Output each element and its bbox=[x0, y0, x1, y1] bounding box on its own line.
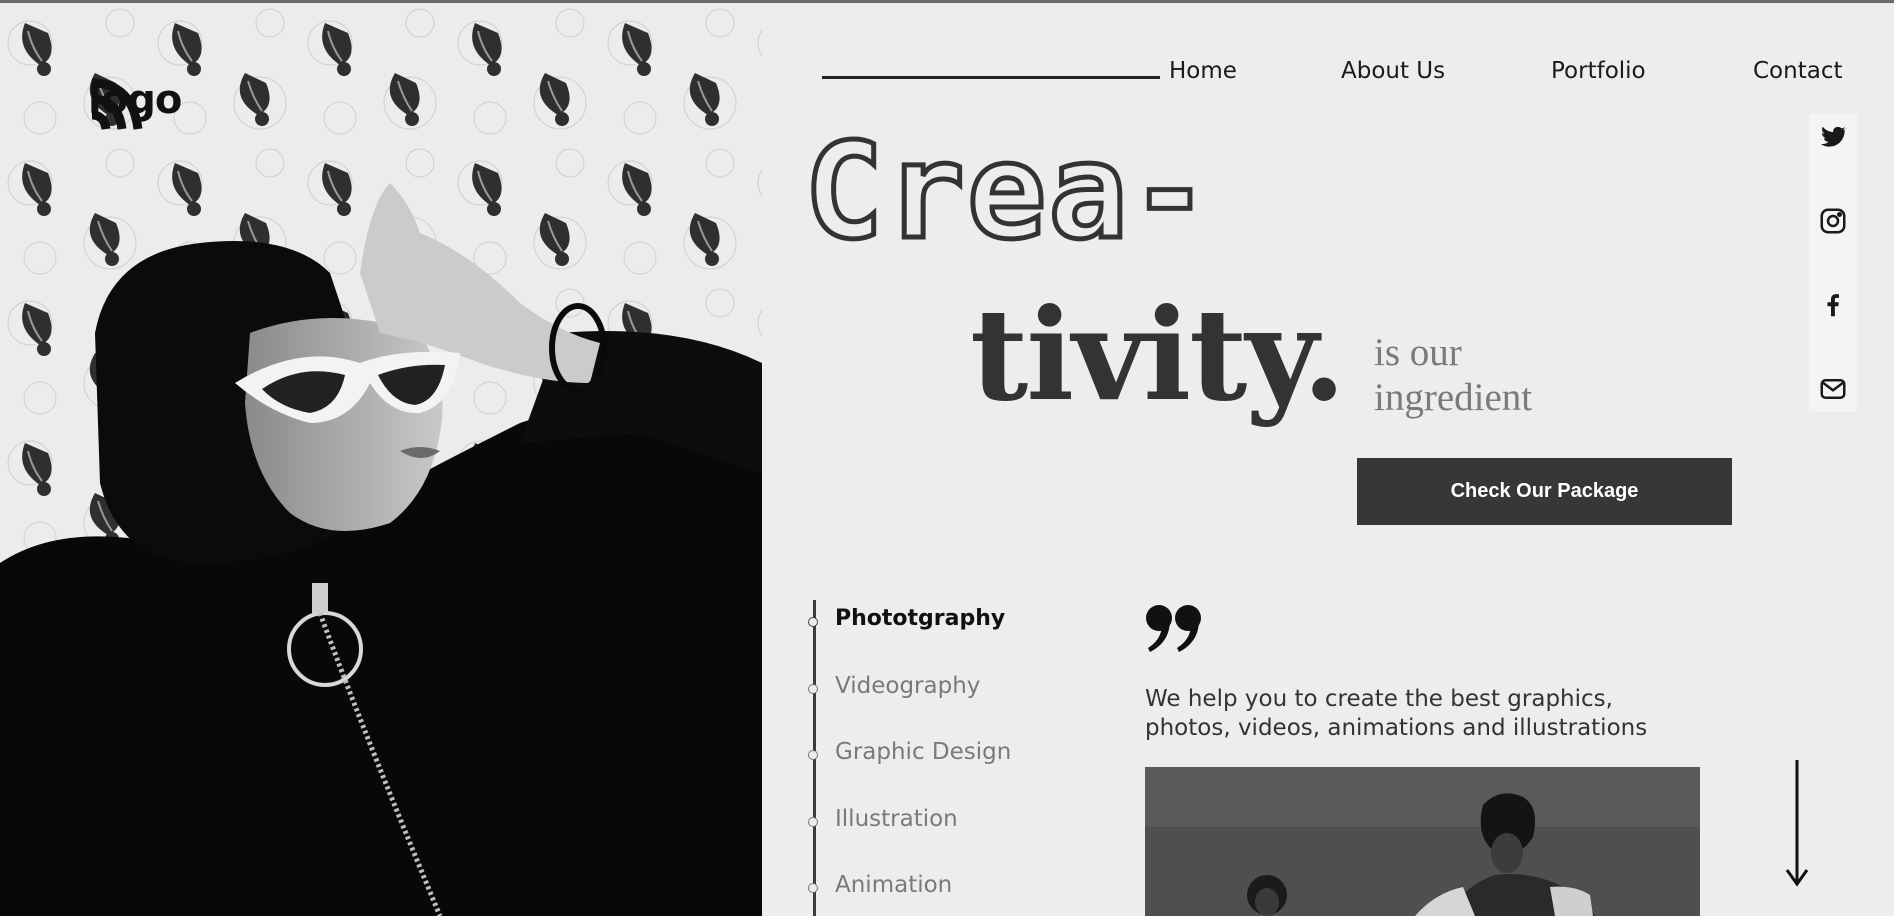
hero-photo: logo bbox=[0, 3, 762, 916]
service-item-videography[interactable]: Videography bbox=[808, 673, 1011, 740]
main-nav: Home About Us Portfolio Contact bbox=[1150, 58, 1850, 90]
service-label: Animation bbox=[835, 872, 953, 898]
check-our-package-button[interactable]: Check Our Package bbox=[1357, 458, 1732, 525]
service-label: Graphic Design bbox=[835, 739, 1012, 765]
mail-icon[interactable] bbox=[1818, 374, 1848, 404]
scroll-down-arrow-icon[interactable] bbox=[1784, 760, 1810, 888]
dancers-image bbox=[1145, 767, 1700, 916]
quote-text-line-2: photos, videos, animations and illustrat… bbox=[1145, 715, 1648, 741]
instagram-icon[interactable] bbox=[1818, 206, 1848, 236]
logo[interactable]: logo bbox=[88, 77, 182, 130]
nav-decorative-line bbox=[822, 76, 1160, 79]
timeline-dot bbox=[808, 883, 818, 893]
service-label: Phototgraphy bbox=[835, 606, 1006, 631]
quote-mark-icon bbox=[1146, 605, 1201, 652]
services-list: Phototgraphy Videography Graphic Design … bbox=[808, 606, 1011, 916]
tagline-line-2: ingredient bbox=[1374, 376, 1533, 419]
timeline-dot bbox=[808, 617, 818, 627]
tagline: is our ingredient bbox=[1374, 330, 1532, 420]
timeline-dot bbox=[808, 816, 818, 827]
quote-text: We help you to create the best graphics,… bbox=[1145, 685, 1665, 743]
nav-about-us[interactable]: About Us bbox=[1341, 58, 1445, 84]
service-item-illustration[interactable]: Illustration bbox=[808, 806, 1011, 873]
nav-portfolio[interactable]: Portfolio bbox=[1551, 58, 1646, 84]
tagline-line-1: is our bbox=[1374, 331, 1462, 374]
facebook-icon[interactable] bbox=[1818, 290, 1848, 320]
nav-contact[interactable]: Contact bbox=[1753, 58, 1842, 84]
service-item-graphic-design[interactable]: Graphic Design bbox=[808, 739, 1011, 806]
timeline-dot bbox=[808, 750, 818, 760]
timeline-dot bbox=[808, 683, 818, 694]
headline-line-1: Crea- bbox=[801, 115, 1212, 269]
quote-text-line-1: We help you to create the best graphics, bbox=[1145, 686, 1613, 712]
hero-photo-illustration bbox=[0, 3, 762, 916]
headline-line-2: tivity. bbox=[970, 281, 1346, 429]
social-bar bbox=[1809, 114, 1857, 412]
service-item-animation[interactable]: Animation bbox=[808, 872, 1011, 916]
nav-home[interactable]: Home bbox=[1169, 58, 1237, 84]
twitter-icon[interactable] bbox=[1818, 122, 1848, 152]
service-label: Illustration bbox=[835, 805, 958, 832]
service-label: Videography bbox=[835, 672, 981, 699]
service-item-photography[interactable]: Phototgraphy bbox=[808, 606, 1011, 673]
portfolio-video-thumbnail[interactable] bbox=[1145, 767, 1700, 916]
wifi-arc-logo-icon bbox=[91, 78, 143, 130]
